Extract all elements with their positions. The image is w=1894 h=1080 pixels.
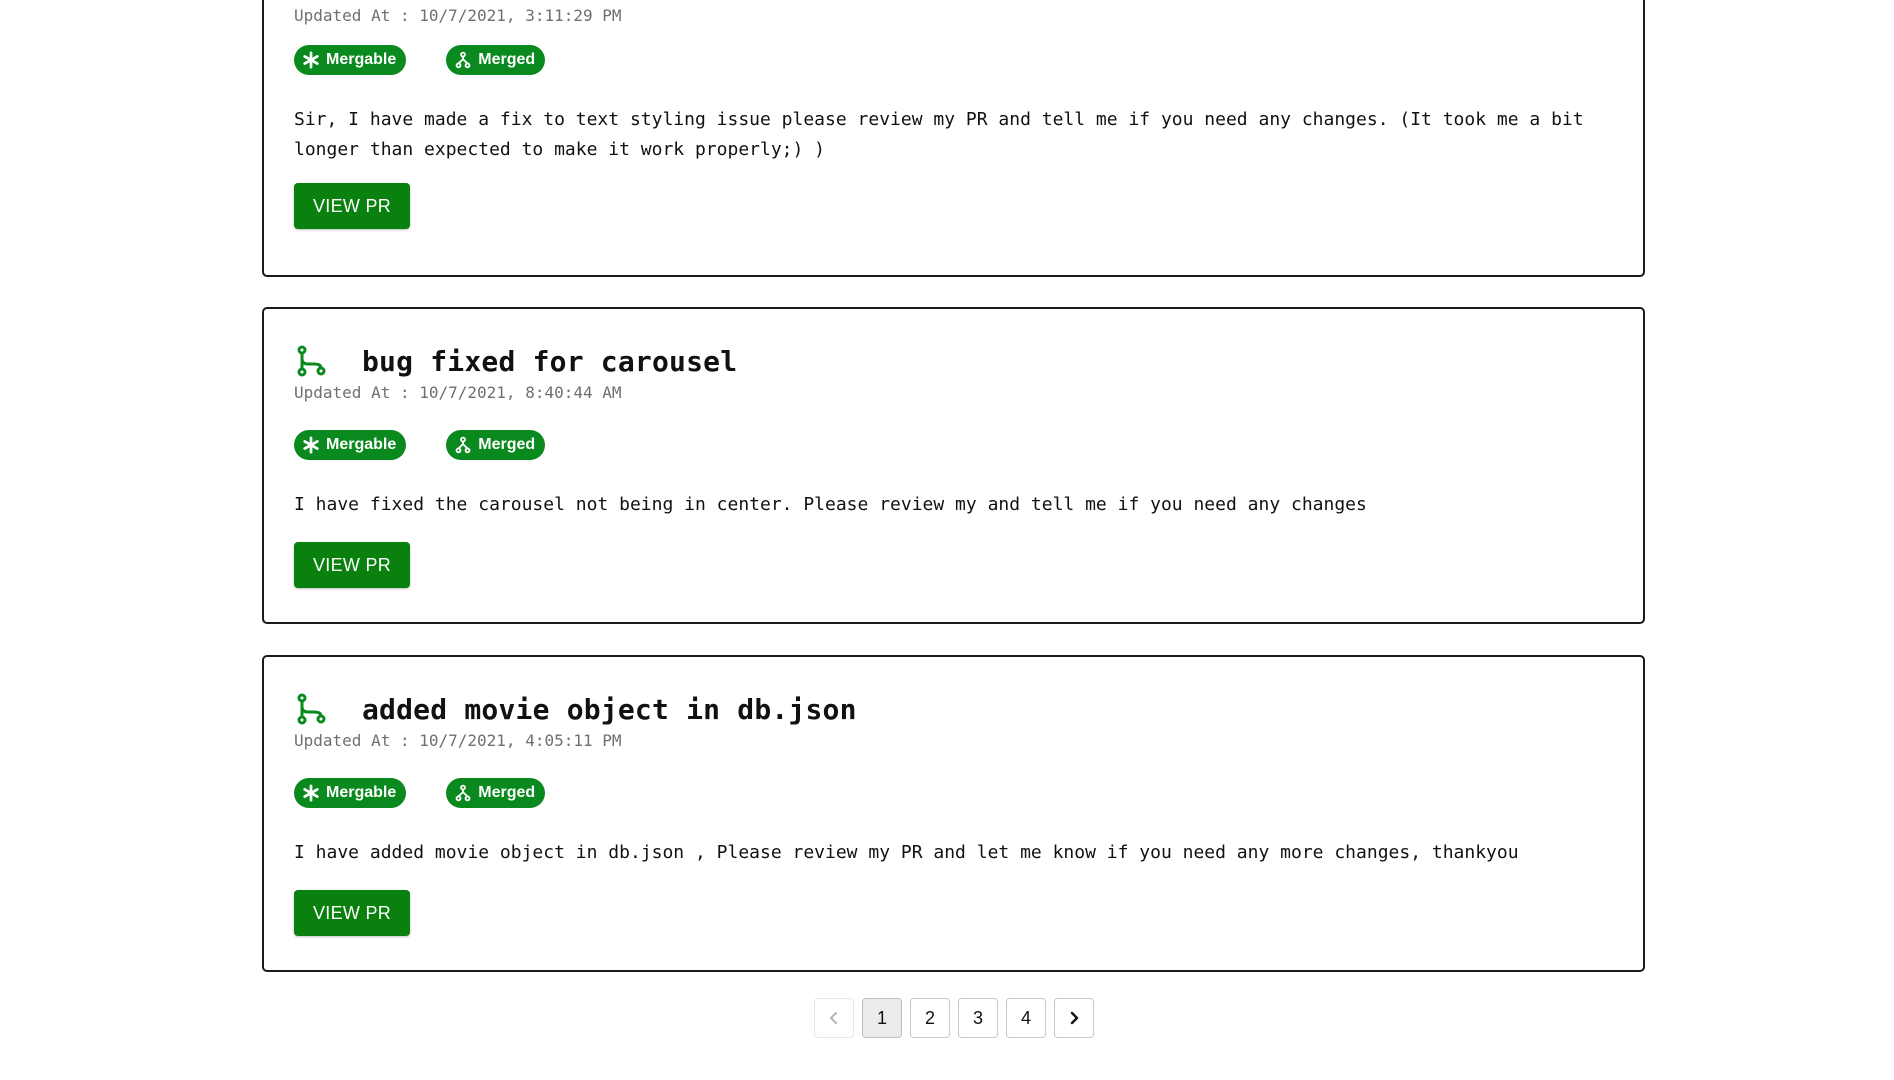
git-pull-request-icon	[297, 693, 326, 725]
updated-at: Updated At : 10/7/2021, 3:11:29 PM	[294, 6, 622, 25]
badge-label: Merged	[478, 784, 536, 801]
pr-title-row: added movie object in db.json	[294, 689, 1613, 729]
mergable-badge: Mergable	[294, 45, 407, 75]
updated-at: Updated At : 10/7/2021, 8:40:44 AM	[294, 383, 622, 402]
view-pr-button[interactable]: VIEW PR	[294, 890, 411, 936]
pr-description: I have fixed the carousel not being in c…	[294, 494, 1367, 515]
git-merge-icon	[455, 51, 471, 69]
prev-page-button[interactable]	[814, 998, 854, 1038]
asterisk-icon	[303, 436, 319, 454]
merged-badge: Merged	[446, 778, 546, 808]
next-page-button[interactable]	[1054, 998, 1094, 1038]
badge-label: Mergable	[326, 784, 397, 801]
badge-label: Merged	[478, 51, 536, 68]
chevron-right-icon	[1070, 1011, 1079, 1025]
git-merge-icon	[455, 436, 471, 454]
merged-badge: Merged	[446, 45, 546, 75]
page-button-2[interactable]: 2	[910, 998, 950, 1038]
asterisk-icon	[303, 784, 319, 802]
merged-badge: Merged	[446, 430, 546, 460]
mergable-badge: Mergable	[294, 430, 407, 460]
chevron-left-icon	[830, 1012, 837, 1024]
view-pr-button[interactable]: VIEW PR	[294, 183, 411, 229]
updated-at: Updated At : 10/7/2021, 4:05:11 PM	[294, 731, 622, 750]
badge-group: Mergable Merged	[294, 45, 1613, 75]
badge-group: Mergable Merged	[294, 778, 1613, 808]
git-pull-request-icon	[297, 345, 326, 377]
badge-group: Mergable Merged	[294, 430, 1613, 460]
view-pr-button[interactable]: VIEW PR	[294, 542, 411, 588]
page-button-3[interactable]: 3	[958, 998, 998, 1038]
pagination: 1 2 3 4	[814, 998, 1094, 1038]
badge-label: Mergable	[326, 436, 397, 453]
pr-description: Sir, I have made a fix to text styling i…	[294, 109, 1584, 160]
asterisk-icon	[303, 51, 319, 69]
badge-label: Mergable	[326, 51, 397, 68]
pr-description: I have added movie object in db.json , P…	[294, 842, 1519, 863]
mergable-badge: Mergable	[294, 778, 407, 808]
page-button-4[interactable]: 4	[1006, 998, 1046, 1038]
page-button-1[interactable]: 1	[862, 998, 902, 1038]
pr-title-row: bug fixed for carousel	[294, 341, 1613, 381]
pr-title: added movie object in db.json	[362, 692, 857, 726]
git-merge-icon	[455, 784, 471, 802]
pr-title: bug fixed for carousel	[362, 344, 738, 378]
pr-card: added movie object in db.json Updated At…	[262, 655, 1645, 972]
badge-label: Merged	[478, 436, 536, 453]
pr-card: bug fixed for carousel Updated At : 10/7…	[262, 307, 1645, 624]
pr-card: Updated At : 10/7/2021, 3:11:29 PM Merga…	[262, 0, 1645, 277]
